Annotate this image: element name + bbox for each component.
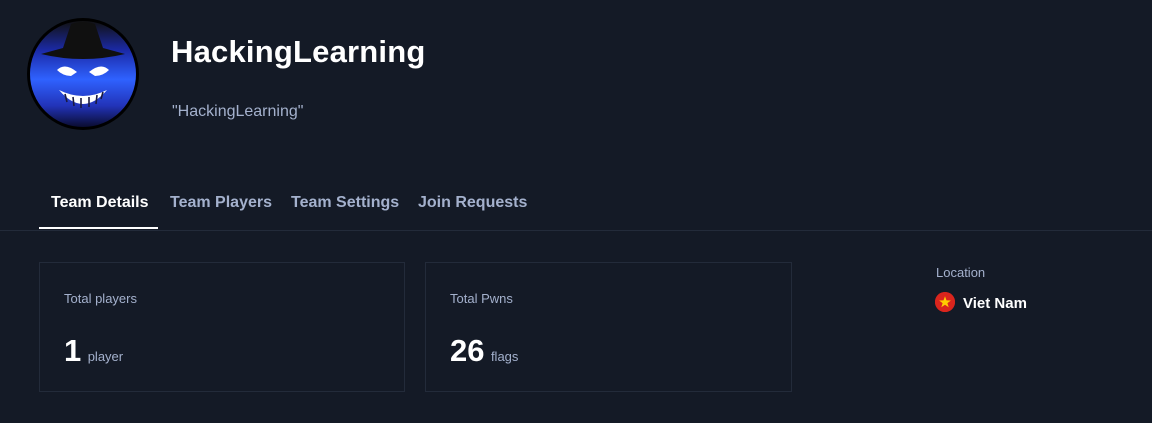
active-tab-indicator [39, 227, 158, 229]
tab-join-requests[interactable]: Join Requests [418, 194, 527, 212]
total-players-count: 1 [64, 333, 82, 368]
total-pwns-value-row: 26 flags [450, 333, 518, 369]
total-players-card: Total players 1 player [39, 262, 405, 392]
total-pwns-label: Total Pwns [450, 291, 513, 306]
hacker-mask-avatar-icon [30, 21, 136, 127]
team-avatar [27, 18, 139, 130]
total-pwns-count: 26 [450, 333, 485, 368]
team-name: HackingLearning [171, 34, 426, 69]
location-country: Viet Nam [963, 295, 1027, 312]
tab-team-players[interactable]: Team Players [170, 194, 272, 212]
team-tabs: Team Details Team Players Team Settings … [0, 180, 1152, 231]
total-players-label: Total players [64, 291, 137, 306]
team-motto: "HackingLearning" [172, 103, 304, 120]
total-players-unit: player [87, 349, 124, 364]
tab-team-details[interactable]: Team Details [51, 194, 149, 212]
total-pwns-card: Total Pwns 26 flags [425, 262, 792, 392]
total-players-value-row: 1 player [64, 333, 123, 369]
location-label: Location [936, 265, 986, 280]
vietnam-flag-icon [935, 292, 955, 312]
total-pwns-unit: flags [490, 349, 519, 364]
tab-team-settings[interactable]: Team Settings [291, 194, 399, 212]
